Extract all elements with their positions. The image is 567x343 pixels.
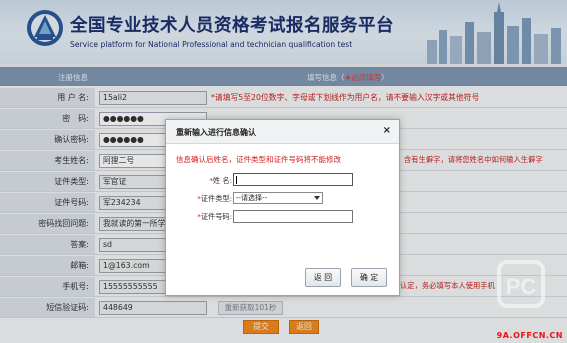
confirm-dialog: 重新输入进行信息确认 × 信息确认后姓名，证件类型和证件号码将不能修改 *姓 名… bbox=[165, 119, 400, 296]
close-icon[interactable]: × bbox=[383, 125, 391, 136]
dialog-id-number-input[interactable] bbox=[233, 210, 353, 223]
dialog-id-type-label: *证件类型: bbox=[197, 194, 232, 203]
pc-watermark-icon: PC bbox=[497, 260, 545, 308]
chevron-down-icon bbox=[314, 196, 320, 200]
dialog-title: 重新输入进行信息确认 bbox=[176, 128, 256, 137]
dialog-title-bar: 重新输入进行信息确认 × bbox=[166, 120, 399, 144]
dialog-back-button[interactable]: 返 回 bbox=[305, 268, 341, 287]
dialog-confirm-button[interactable]: 确 定 bbox=[351, 268, 387, 287]
watermark-text: 9A.OFFCN.CN bbox=[496, 331, 563, 340]
svg-text:PC: PC bbox=[506, 274, 537, 299]
dialog-name-label: *姓 名: bbox=[209, 176, 232, 185]
dialog-id-number-label: *证件号码: bbox=[197, 212, 232, 221]
dialog-notice: 信息确认后姓名，证件类型和证件号码将不能修改 bbox=[176, 155, 341, 164]
dialog-name-input[interactable] bbox=[233, 173, 353, 186]
dialog-id-type-select[interactable]: --请选择-- bbox=[233, 192, 323, 204]
text-caret bbox=[236, 176, 237, 184]
